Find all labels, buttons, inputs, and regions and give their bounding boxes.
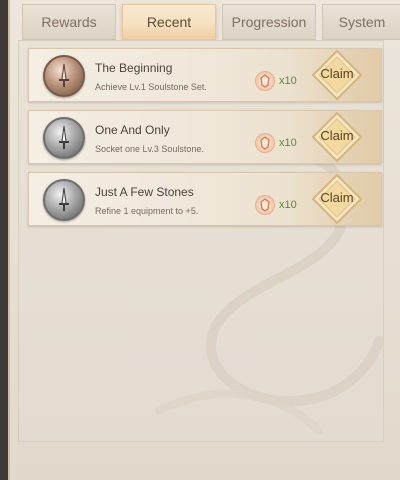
tab-recent[interactable]: Recent — [122, 4, 216, 40]
achievement-card: The Beginning Achieve Lv.1 Soulstone Set… — [28, 48, 382, 102]
claim-label: Claim — [320, 190, 354, 205]
silver-sword-medal-icon — [43, 117, 85, 159]
claim-button[interactable]: Claim — [311, 49, 363, 101]
achievement-title: One And Only — [95, 123, 170, 137]
claim-label: Claim — [320, 128, 354, 143]
claim-button[interactable]: Claim — [311, 173, 363, 225]
achievement-panel: Rewards Recent Progression System The Be… — [8, 0, 400, 480]
achievement-description: Refine 1 equipment to +5. — [95, 206, 199, 216]
achievement-title: The Beginning — [95, 61, 173, 75]
achievement-description: Achieve Lv.1 Soulstone Set. — [95, 82, 207, 92]
tab-system[interactable]: System — [322, 4, 400, 40]
reward-quantity: x10 — [279, 199, 297, 211]
emblem-icon — [255, 195, 275, 215]
claim-label: Claim — [320, 66, 354, 81]
achievement-card: Just A Few Stones Refine 1 equipment to … — [28, 172, 382, 226]
reward-quantity: x10 — [279, 137, 297, 149]
tab-progression[interactable]: Progression — [222, 4, 316, 40]
emblem-icon — [255, 71, 275, 91]
bronze-sword-medal-icon — [43, 55, 85, 97]
achievement-card: One And Only Socket one Lv.3 Soulstone. … — [28, 110, 382, 164]
reward-quantity: x10 — [279, 75, 297, 87]
silver-sword-medal-icon — [43, 179, 85, 221]
emblem-icon — [255, 133, 275, 153]
claim-button[interactable]: Claim — [311, 111, 363, 163]
tab-bar: Rewards Recent Progression System — [22, 4, 400, 40]
achievement-description: Socket one Lv.3 Soulstone. — [95, 144, 204, 154]
tab-rewards[interactable]: Rewards — [22, 4, 116, 40]
achievement-title: Just A Few Stones — [95, 185, 194, 199]
